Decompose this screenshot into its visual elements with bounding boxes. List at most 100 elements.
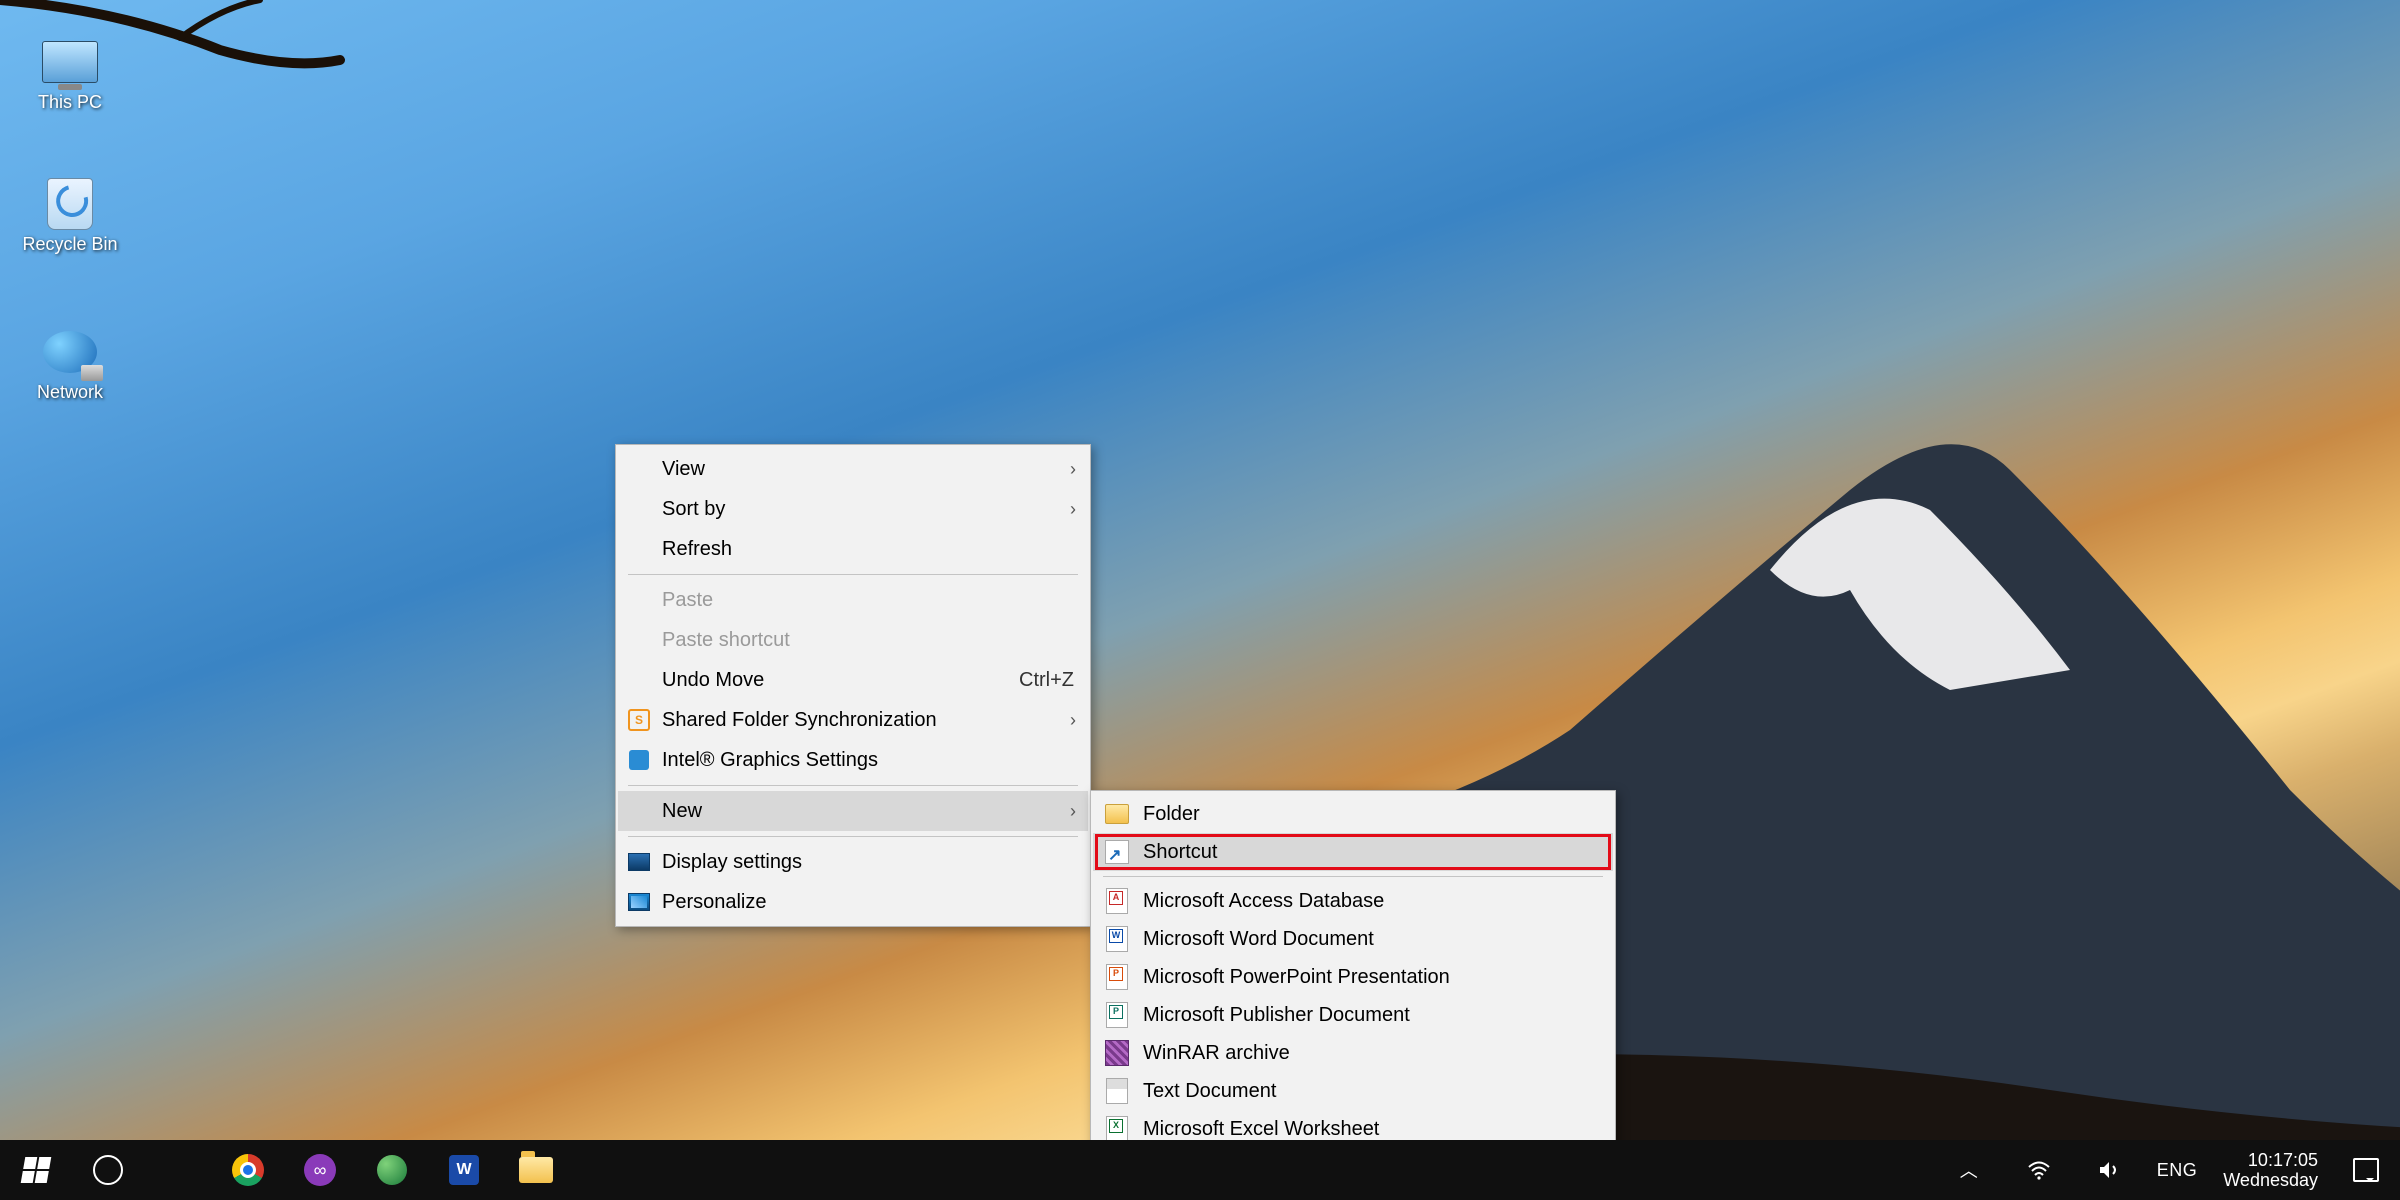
desktop-icon-label: Recycle Bin bbox=[22, 234, 117, 255]
taskbar-app-chrome[interactable] bbox=[226, 1148, 270, 1192]
tray-language[interactable]: ENG bbox=[2157, 1160, 2198, 1181]
powerpoint-icon: P bbox=[1105, 965, 1129, 989]
display-icon bbox=[628, 851, 650, 873]
windows-logo-icon bbox=[21, 1157, 52, 1183]
chevron-right-icon: › bbox=[1070, 459, 1076, 480]
menu-item-label: Personalize bbox=[662, 891, 767, 914]
menu-item-sort-by[interactable]: Sort by › bbox=[618, 489, 1088, 529]
desktop-icon-this-pc[interactable]: This PC bbox=[10, 38, 130, 113]
menu-item-label: Display settings bbox=[662, 851, 802, 874]
menu-separator bbox=[628, 574, 1078, 575]
submenu-item-label: WinRAR archive bbox=[1143, 1042, 1290, 1065]
desktop-icon-network[interactable]: Network bbox=[10, 328, 130, 403]
submenu-item-powerpoint[interactable]: P Microsoft PowerPoint Presentation bbox=[1093, 958, 1613, 996]
wifi-icon bbox=[2027, 1158, 2051, 1182]
taskbar-app-explorer[interactable] bbox=[514, 1148, 558, 1192]
cortana-button[interactable] bbox=[86, 1148, 130, 1192]
menu-item-undo-move[interactable]: Undo Move Ctrl+Z bbox=[618, 660, 1088, 700]
submenu-item-label: Shortcut bbox=[1143, 841, 1217, 864]
taskbar-app-browser[interactable] bbox=[370, 1148, 414, 1192]
desktop-icon-recycle-bin[interactable]: Recycle Bin bbox=[10, 180, 130, 255]
taskbar-left: W bbox=[0, 1148, 558, 1192]
network-icon bbox=[42, 328, 98, 376]
submenu-item-label: Microsoft Access Database bbox=[1143, 890, 1384, 913]
menu-item-display-settings[interactable]: Display settings bbox=[618, 842, 1088, 882]
menu-item-label: Shared Folder Synchronization bbox=[662, 709, 937, 732]
volume-icon bbox=[2097, 1158, 2121, 1182]
word-icon: W bbox=[1105, 927, 1129, 951]
tray-volume[interactable] bbox=[2087, 1148, 2131, 1192]
submenu-item-winrar[interactable]: WinRAR archive bbox=[1093, 1034, 1613, 1072]
menu-item-personalize[interactable]: Personalize bbox=[618, 882, 1088, 922]
menu-item-label: Intel® Graphics Settings bbox=[662, 749, 878, 772]
cortana-icon bbox=[93, 1155, 123, 1185]
submenu-item-label: Text Document bbox=[1143, 1080, 1276, 1103]
folder-icon bbox=[1105, 802, 1129, 826]
globe-icon bbox=[377, 1155, 407, 1185]
submenu-item-folder[interactable]: Folder bbox=[1093, 795, 1613, 833]
tray-wifi[interactable] bbox=[2017, 1148, 2061, 1192]
tray-day-text: Wednesday bbox=[2223, 1170, 2318, 1190]
taskbar: W ︿ bbox=[0, 1140, 2400, 1200]
tray-overflow-button[interactable]: ︿ bbox=[1947, 1148, 1991, 1192]
excel-icon: X bbox=[1105, 1117, 1129, 1141]
submenu-item-label: Microsoft Word Document bbox=[1143, 928, 1374, 951]
start-button[interactable] bbox=[14, 1148, 58, 1192]
menu-separator bbox=[1103, 876, 1603, 877]
taskbar-app-word[interactable]: W bbox=[442, 1148, 486, 1192]
intel-icon bbox=[628, 749, 650, 771]
publisher-icon: P bbox=[1105, 1003, 1129, 1027]
menu-item-paste-shortcut: Paste shortcut bbox=[618, 620, 1088, 660]
chevron-up-icon: ︿ bbox=[1960, 1157, 1978, 1183]
taskbar-right: ︿ ENG 10:17:05 Wednesday bbox=[1947, 1148, 2400, 1192]
chevron-right-icon: › bbox=[1070, 710, 1076, 731]
submenu-item-label: Microsoft PowerPoint Presentation bbox=[1143, 966, 1450, 989]
taskbar-app-purple[interactable] bbox=[298, 1148, 342, 1192]
menu-item-label: Paste shortcut bbox=[662, 629, 790, 652]
chevron-right-icon: › bbox=[1070, 499, 1076, 520]
notification-icon bbox=[2353, 1158, 2379, 1182]
submenu-item-label: Folder bbox=[1143, 803, 1200, 826]
desktop-icon-label: This PC bbox=[38, 92, 102, 113]
menu-item-label: Sort by bbox=[662, 498, 725, 521]
purple-app-icon bbox=[304, 1154, 336, 1186]
desktop-icon-label: Network bbox=[37, 382, 103, 403]
menu-item-label: View bbox=[662, 458, 705, 481]
text-doc-icon bbox=[1105, 1079, 1129, 1103]
recycle-bin-icon bbox=[42, 180, 98, 228]
menu-item-label: Refresh bbox=[662, 538, 732, 561]
tray-time-text: 10:17:05 bbox=[2248, 1150, 2318, 1170]
submenu-item-access-database[interactable]: A Microsoft Access Database bbox=[1093, 882, 1613, 920]
shared-sync-icon: S bbox=[628, 709, 650, 731]
file-explorer-icon bbox=[519, 1157, 553, 1183]
menu-item-label: Undo Move bbox=[662, 669, 764, 692]
word-app-icon: W bbox=[449, 1155, 479, 1185]
submenu-item-publisher[interactable]: P Microsoft Publisher Document bbox=[1093, 996, 1613, 1034]
menu-item-view[interactable]: View › bbox=[618, 449, 1088, 489]
access-icon: A bbox=[1105, 889, 1129, 913]
menu-separator bbox=[628, 785, 1078, 786]
menu-item-label: New bbox=[662, 800, 702, 823]
menu-item-intel-graphics[interactable]: Intel® Graphics Settings bbox=[618, 740, 1088, 780]
submenu-item-word-document[interactable]: W Microsoft Word Document bbox=[1093, 920, 1613, 958]
submenu-item-shortcut[interactable]: Shortcut bbox=[1093, 833, 1613, 871]
chrome-icon bbox=[232, 1154, 264, 1186]
tray-clock[interactable]: 10:17:05 Wednesday bbox=[2223, 1150, 2318, 1190]
submenu-item-label: Microsoft Publisher Document bbox=[1143, 1004, 1410, 1027]
menu-item-shared-folder-sync[interactable]: S Shared Folder Synchronization › bbox=[618, 700, 1088, 740]
desktop[interactable]: This PC Recycle Bin Network View › Sort … bbox=[0, 0, 2400, 1200]
menu-item-new[interactable]: New › bbox=[618, 791, 1088, 831]
menu-item-shortcut: Ctrl+Z bbox=[1019, 669, 1074, 692]
submenu-new: Folder Shortcut A Microsoft Access Datab… bbox=[1090, 790, 1616, 1191]
menu-item-refresh[interactable]: Refresh bbox=[618, 529, 1088, 569]
personalize-icon bbox=[628, 891, 650, 913]
menu-item-paste: Paste bbox=[618, 580, 1088, 620]
tray-action-center[interactable] bbox=[2344, 1148, 2388, 1192]
desktop-context-menu: View › Sort by › Refresh Paste Paste sho… bbox=[615, 444, 1091, 927]
menu-item-label: Paste bbox=[662, 589, 713, 612]
chevron-right-icon: › bbox=[1070, 801, 1076, 822]
shortcut-icon bbox=[1105, 840, 1129, 864]
submenu-item-text-document[interactable]: Text Document bbox=[1093, 1072, 1613, 1110]
submenu-item-label: Microsoft Excel Worksheet bbox=[1143, 1118, 1379, 1141]
pc-icon bbox=[42, 38, 98, 86]
